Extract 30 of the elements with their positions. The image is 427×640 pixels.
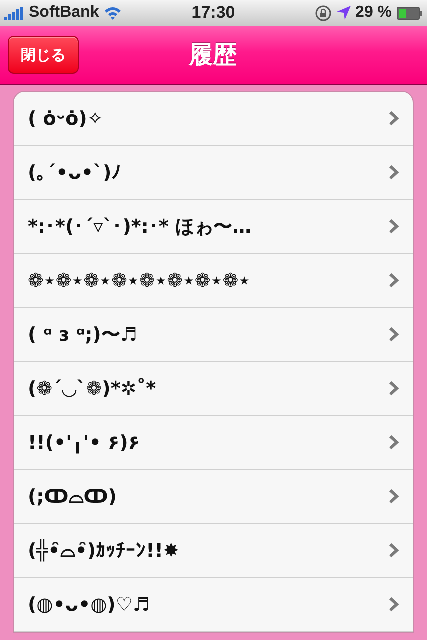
wifi-icon xyxy=(104,6,122,20)
history-item[interactable]: (｡´•ᴗ•`)ﾉ xyxy=(28,162,389,184)
history-item[interactable]: (◍•ᴗ•◍)♡♬ xyxy=(28,594,389,616)
chevron-icon xyxy=(389,543,399,558)
battery-percent: 29 % xyxy=(356,4,392,22)
rotation-lock-icon xyxy=(314,4,332,22)
chevron-icon xyxy=(389,327,399,342)
chevron-icon xyxy=(389,597,399,612)
chevron-icon xyxy=(389,111,399,126)
close-button[interactable]: 閉じる xyxy=(8,36,79,74)
chevron-icon xyxy=(389,489,399,504)
location-icon xyxy=(336,6,351,20)
chevron-icon xyxy=(389,381,399,396)
chevron-icon xyxy=(389,219,399,234)
history-item[interactable]: ( ᵅ ɜ ᵅ;)〜♬ xyxy=(28,322,389,348)
signal-icon xyxy=(4,6,24,20)
history-item[interactable]: !!(•'╻'• ۶)۶ xyxy=(28,432,389,454)
history-item[interactable]: (❁´◡`❁)*✲˚* xyxy=(28,378,389,400)
nav-title: 履歴 xyxy=(188,40,238,71)
history-item[interactable]: *:･*(･´▿`･)*:･* ほゎ〜… xyxy=(28,214,389,240)
chevron-icon xyxy=(389,435,399,450)
chevron-icon xyxy=(389,165,399,180)
history-item[interactable]: (;ↀ⌓ↀ) xyxy=(28,486,389,508)
chevron-icon xyxy=(389,273,399,288)
carrier: SoftBank xyxy=(29,4,100,22)
history-item[interactable]: (╬•̑⌓•̑)ｶｯﾁｰﾝ!!✸ xyxy=(28,540,389,562)
battery-icon xyxy=(397,6,424,20)
clock: 17:30 xyxy=(192,3,236,23)
history-item[interactable]: ( ȯᵕȯ)✧ xyxy=(28,108,389,130)
history-item[interactable]: ❁⋆❁⋆❁⋆❁⋆❁⋆❁⋆❁⋆❁⋆ xyxy=(28,270,389,292)
